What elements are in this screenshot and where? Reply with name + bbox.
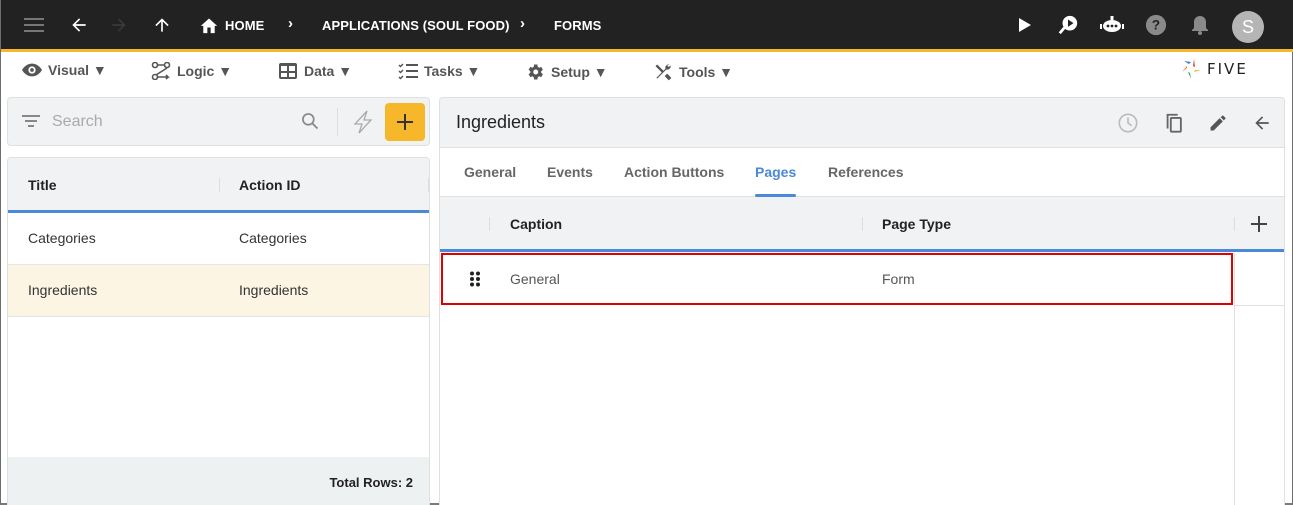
column-divider[interactable] [219,178,220,192]
menu-logic-label: Logic ▼ [177,63,233,79]
row-action-id: Categories [239,230,307,246]
home-icon[interactable] [197,13,221,37]
tab-bar: General Events Action Buttons Pages Refe… [440,148,1284,197]
menu-setup[interactable]: Setup ▼ [525,62,608,82]
row-caption: General [510,271,560,287]
menu-tools-label: Tools ▼ [679,64,734,80]
logo-text: FIVE [1207,60,1248,78]
add-page-icon[interactable] [1250,215,1268,238]
help-icon[interactable]: ? [1144,13,1168,37]
search-bar [7,97,430,146]
back-arrow-icon[interactable] [67,13,91,37]
column-divider[interactable] [1234,217,1235,231]
tab-references[interactable]: References [828,164,904,180]
logic-icon [151,62,171,80]
up-arrow-icon[interactable] [150,13,174,37]
total-rows: Total Rows: 2 [329,475,413,490]
column-header-action-id[interactable]: Action ID [239,177,300,193]
drag-handle-icon[interactable] [469,271,481,292]
divider [337,108,338,136]
row-action-id: Ingredients [239,282,309,298]
five-star-icon [1182,59,1201,79]
history-icon[interactable] [1116,111,1140,135]
detail-title: Ingredients [456,112,546,132]
plus-icon [397,114,413,130]
menu-icon[interactable] [22,13,46,37]
user-avatar[interactable]: S [1232,11,1264,43]
menu-setup-label: Setup ▼ [551,64,608,80]
filter-icon[interactable] [22,114,40,133]
list-header: Title Action ID [8,158,429,213]
menu-tasks-label: Tasks ▼ [424,63,481,79]
lightning-icon[interactable] [352,110,374,139]
grid-action-cell [1235,253,1284,306]
chatbot-icon[interactable] [1100,13,1124,37]
tools-icon [655,64,672,81]
row-page-type: Form [882,271,915,287]
play-icon[interactable] [1013,13,1037,37]
column-divider[interactable] [428,178,429,192]
tab-events[interactable]: Events [547,164,593,180]
row-title: Categories [28,230,96,246]
five-logo: FIVE [1181,58,1248,80]
chevron-right-icon: › [520,15,525,32]
detail-panel: Ingredients General Events Action Button… [439,97,1285,505]
column-header-title[interactable]: Title [28,177,57,193]
eye-icon [22,63,42,77]
menu-data[interactable]: Data ▼ [278,62,352,80]
chevron-right-icon: › [288,15,293,32]
pages-grid-row[interactable]: General Form [440,252,1284,305]
back-icon[interactable] [1250,111,1274,135]
tab-action-buttons[interactable]: Action Buttons [624,164,724,180]
list-footer: Total Rows: 2 [8,457,429,505]
breadcrumb-applications[interactable]: APPLICATIONS (SOUL FOOD) [322,18,510,33]
tab-general[interactable]: General [464,164,516,180]
bell-icon[interactable] [1188,13,1212,37]
svg-text:?: ? [1152,18,1160,33]
breadcrumb-home[interactable]: HOME [225,18,264,33]
search-play-icon[interactable] [1056,13,1080,37]
detail-header: Ingredients [440,98,1284,148]
menu-visual-label: Visual ▼ [48,62,107,78]
add-button[interactable] [385,103,425,141]
search-icon[interactable] [300,111,320,136]
menu-tasks[interactable]: Tasks ▼ [398,62,480,80]
actions-list: Title Action ID Categories Categories In… [7,157,430,505]
breadcrumb-forms[interactable]: FORMS [554,18,601,33]
tasks-icon [398,63,418,80]
copy-icon[interactable] [1162,111,1186,135]
menu-bar: Visual ▼ Logic ▼ Data ▼ Tasks ▼ Setup ▼ … [1,52,1293,90]
menu-logic[interactable]: Logic ▼ [151,62,232,80]
menu-visual[interactable]: Visual ▼ [22,62,107,78]
list-row[interactable]: Categories Categories [8,213,429,265]
grid-action-column [1234,253,1284,505]
pages-grid-header: Caption Page Type [440,197,1284,252]
forward-arrow-icon [107,13,131,37]
table-icon [279,63,297,79]
edit-icon[interactable] [1206,111,1230,135]
menu-tools[interactable]: Tools ▼ [653,62,733,82]
row-title: Ingredients [28,282,98,298]
search-input[interactable] [52,110,292,134]
top-bar: HOME › APPLICATIONS (SOUL FOOD) › FORMS … [1,0,1293,52]
gear-icon [528,64,543,80]
column-divider[interactable] [489,217,490,231]
list-row-selected[interactable]: Ingredients Ingredients [8,265,429,317]
column-header-page-type[interactable]: Page Type [882,216,951,232]
column-header-caption[interactable]: Caption [510,216,562,232]
menu-data-label: Data ▼ [304,63,353,79]
tab-pages[interactable]: Pages [755,164,796,180]
column-divider[interactable] [862,217,863,231]
